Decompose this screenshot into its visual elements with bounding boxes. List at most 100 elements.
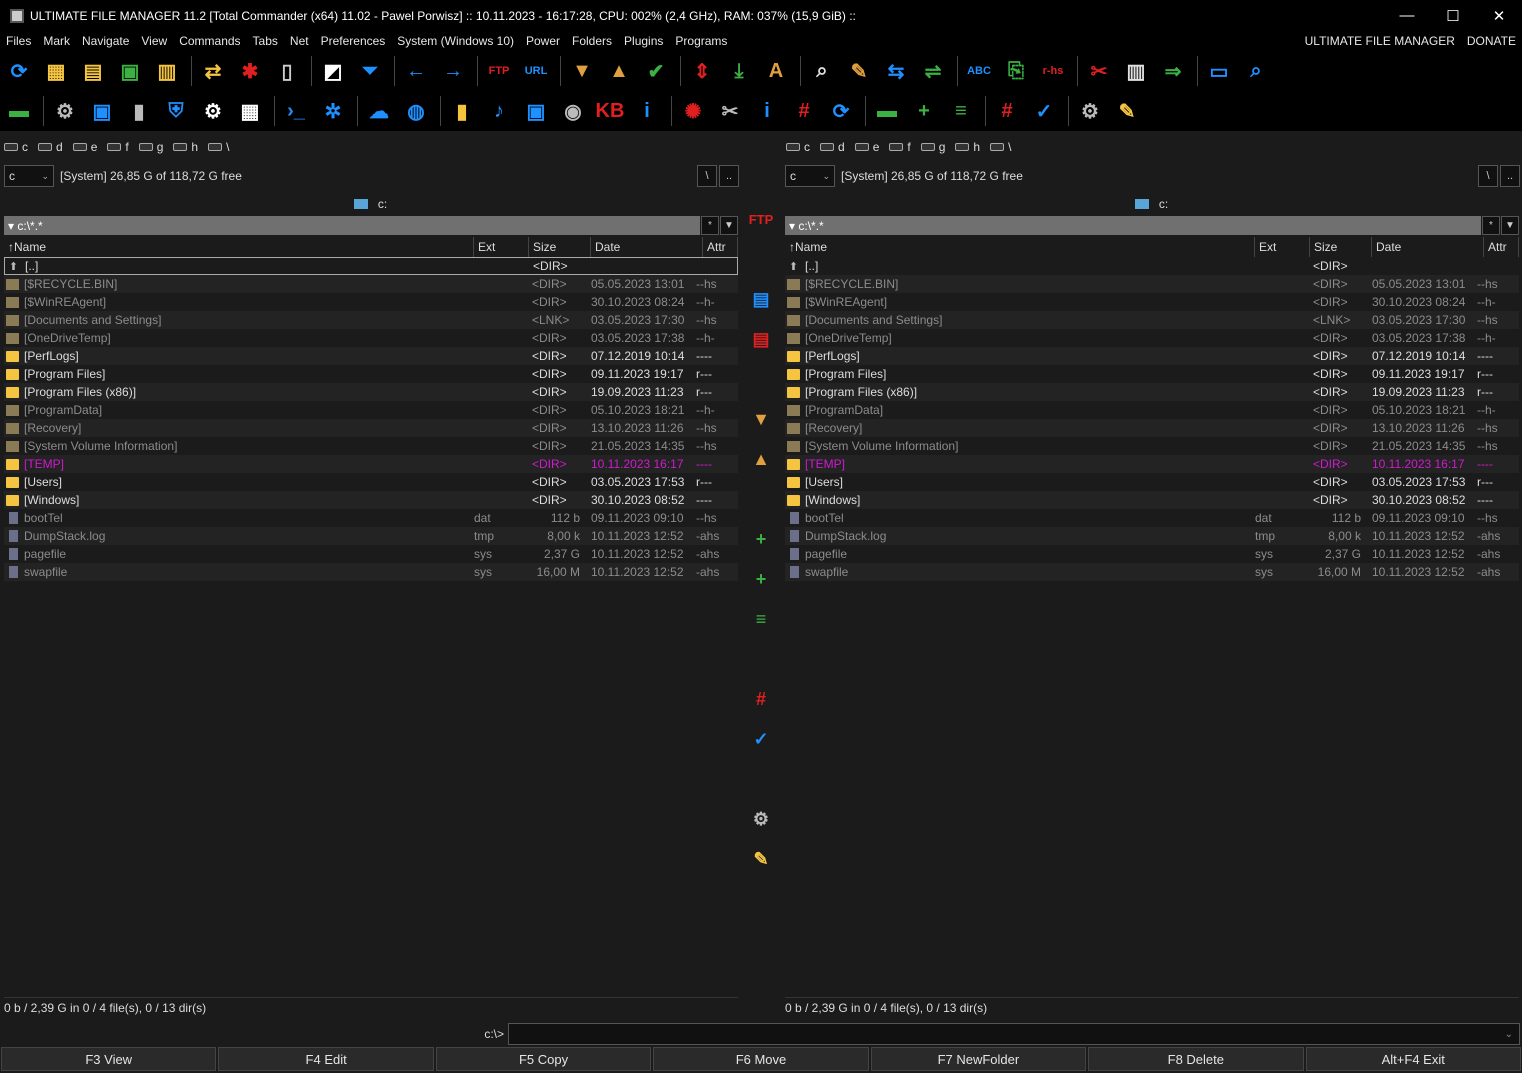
file-row[interactable]: ⬆ [..] <DIR>: [785, 257, 1519, 275]
menu-item-system-windows-10-[interactable]: System (Windows 10): [391, 34, 520, 48]
search-button[interactable]: ⌕: [805, 54, 839, 88]
menu-item-plugins[interactable]: Plugins: [618, 34, 669, 48]
menu-item-navigate[interactable]: Navigate: [76, 34, 135, 48]
new-list-button[interactable]: ≡: [744, 602, 778, 636]
star-button[interactable]: *: [1482, 216, 1500, 235]
close-button[interactable]: ✕: [1476, 0, 1522, 31]
delete-button[interactable]: ✂: [1082, 54, 1116, 88]
hash-create-button[interactable]: #: [744, 682, 778, 716]
compare-files-button[interactable]: ⇆: [879, 54, 913, 88]
column-header-size[interactable]: Size: [1310, 237, 1372, 257]
onedrive-button[interactable]: ☁: [362, 94, 396, 128]
column-header-date[interactable]: Date: [1372, 237, 1484, 257]
file-row[interactable]: pagefile sys 2,37 G 10.11.2023 12:52 -ahs: [785, 545, 1519, 563]
path-filter-input[interactable]: ▾ c:\*.*: [785, 216, 1481, 235]
video-button[interactable]: ▣: [519, 94, 553, 128]
file-row[interactable]: [Program Files (x86)] <DIR> 19.09.2023 11:…: [4, 383, 738, 401]
drive-select[interactable]: c ⌄: [785, 165, 835, 187]
drive-button-h[interactable]: h: [173, 140, 198, 154]
test-archive-button[interactable]: ✔: [639, 54, 673, 88]
pack-button[interactable]: ▼: [565, 54, 599, 88]
powershell-button[interactable]: ›_: [279, 94, 313, 128]
attributes-button[interactable]: r-hs: [1036, 54, 1070, 88]
menu-item-mark[interactable]: Mark: [37, 34, 76, 48]
star-button[interactable]: *: [701, 216, 719, 235]
file-row[interactable]: [System Volume Information] <DIR> 21.05.20…: [4, 437, 738, 455]
menu-item-folders[interactable]: Folders: [566, 34, 618, 48]
file-row[interactable]: [Program Files] <DIR> 09.11.2023 19:17 r---: [785, 365, 1519, 383]
disk-cleanup-button[interactable]: ▮: [122, 94, 156, 128]
column-header-date[interactable]: Date: [591, 237, 703, 257]
menu-item-commands[interactable]: Commands: [173, 34, 246, 48]
drive-button-f[interactable]: f: [889, 140, 911, 154]
settings-button[interactable]: ⚙: [196, 94, 230, 128]
menu-right-0[interactable]: ULTIMATE FILE MANAGER: [1299, 34, 1461, 48]
file-row[interactable]: [OneDriveTemp] <DIR> 03.05.2023 17:38 --h-: [785, 329, 1519, 347]
file-row[interactable]: swapfile sys 16,00 M 10.11.2023 12:52 -ahs: [4, 563, 738, 581]
path-filter-input[interactable]: ▾ c:\*.*: [4, 216, 700, 235]
menu-item-programs[interactable]: Programs: [669, 34, 733, 48]
kb-button[interactable]: KB: [593, 94, 627, 128]
file-row[interactable]: [$WinREAgent] <DIR> 30.10.2023 08:24 --h-: [785, 293, 1519, 311]
hash-verify-button[interactable]: ✓: [744, 722, 778, 756]
display-button[interactable]: ▬: [2, 94, 36, 128]
system-info-button[interactable]: i: [750, 94, 784, 128]
file-row[interactable]: [Documents and Settings] <LNK> 03.05.2023 …: [4, 311, 738, 329]
file-row[interactable]: [Program Files] <DIR> 09.11.2023 19:17 r---: [4, 365, 738, 383]
ftp-button[interactable]: FTP: [744, 202, 778, 236]
network-button[interactable]: ▣: [85, 94, 119, 128]
column-header-ext[interactable]: Ext: [474, 237, 529, 257]
apps-button[interactable]: ▦: [233, 94, 267, 128]
file-row[interactable]: [Windows] <DIR> 30.10.2023 08:52 ----: [785, 491, 1519, 509]
ftp-connect-button[interactable]: FTP: [482, 54, 516, 88]
barcode-button[interactable]: ▥: [1119, 54, 1153, 88]
unpack-button[interactable]: ▲: [602, 54, 636, 88]
column-header-size[interactable]: Size: [529, 237, 591, 257]
unpack-here-button[interactable]: ▲: [744, 442, 778, 476]
refresh-button[interactable]: ⟳: [2, 54, 36, 88]
file-row[interactable]: [OneDriveTemp] <DIR> 03.05.2023 17:38 --h-: [4, 329, 738, 347]
menu-item-tabs[interactable]: Tabs: [247, 34, 284, 48]
column-header-name[interactable]: ↑ Name: [4, 237, 474, 257]
root-button[interactable]: \: [697, 165, 717, 187]
drive-button-g[interactable]: g: [138, 140, 163, 154]
drive-button-e[interactable]: e: [72, 140, 97, 154]
sync-button[interactable]: ⇌: [916, 54, 950, 88]
new-file-button[interactable]: +: [907, 94, 941, 128]
drive-button-h[interactable]: h: [955, 140, 980, 154]
combine-button[interactable]: A: [759, 54, 793, 88]
copy-files-button[interactable]: ▤: [744, 282, 778, 316]
column-header-attr[interactable]: Attr: [1484, 237, 1519, 257]
parent-button[interactable]: ..: [1500, 165, 1520, 187]
history-dropdown-button[interactable]: ▼: [720, 216, 738, 235]
file-row[interactable]: [System Volume Information] <DIR> 21.05.20…: [785, 437, 1519, 455]
drive-button-network[interactable]: \: [208, 140, 229, 154]
menu-item-net[interactable]: Net: [284, 34, 315, 48]
ufm-button[interactable]: ✺: [676, 94, 710, 128]
info-button[interactable]: i: [630, 94, 664, 128]
copy-names-button[interactable]: ⎘: [999, 54, 1033, 88]
checksum-verify-button[interactable]: ✓: [1027, 94, 1061, 128]
reload-button[interactable]: ⟳: [824, 94, 858, 128]
minimize-button[interactable]: —: [1384, 0, 1430, 31]
back-button[interactable]: ←: [399, 54, 433, 88]
file-row[interactable]: [Users] <DIR> 03.05.2023 17:53 r---: [785, 473, 1519, 491]
new-folder-button[interactable]: ▬: [870, 94, 904, 128]
fkey-f5-copy[interactable]: F5 Copy: [435, 1047, 652, 1071]
file-row[interactable]: [Recovery] <DIR> 13.10.2023 11:26 --hs: [785, 419, 1519, 437]
move-button[interactable]: ⇒: [1156, 54, 1190, 88]
menu-item-files[interactable]: Files: [0, 34, 37, 48]
steering-button[interactable]: ✲: [316, 94, 350, 128]
file-row[interactable]: [Documents and Settings] <LNK> 03.05.2023 …: [785, 311, 1519, 329]
defender-button[interactable]: ⛨: [159, 94, 193, 128]
fkey-f8-delete[interactable]: F8 Delete: [1088, 1047, 1304, 1071]
edit-file-button[interactable]: ✎: [744, 842, 778, 876]
file-row[interactable]: [Windows] <DIR> 30.10.2023 08:52 ----: [4, 491, 738, 509]
file-row[interactable]: [PerfLogs] <DIR> 07.12.2019 10:14 ----: [785, 347, 1519, 365]
menu-item-power[interactable]: Power: [520, 34, 566, 48]
tools-button[interactable]: ✂: [713, 94, 747, 128]
file-row[interactable]: swapfile sys 16,00 M 10.11.2023 12:52 -ahs: [785, 563, 1519, 581]
parent-button[interactable]: ..: [719, 165, 739, 187]
column-header-name[interactable]: ↑ Name: [785, 237, 1255, 257]
browser-button[interactable]: ◍: [399, 94, 433, 128]
